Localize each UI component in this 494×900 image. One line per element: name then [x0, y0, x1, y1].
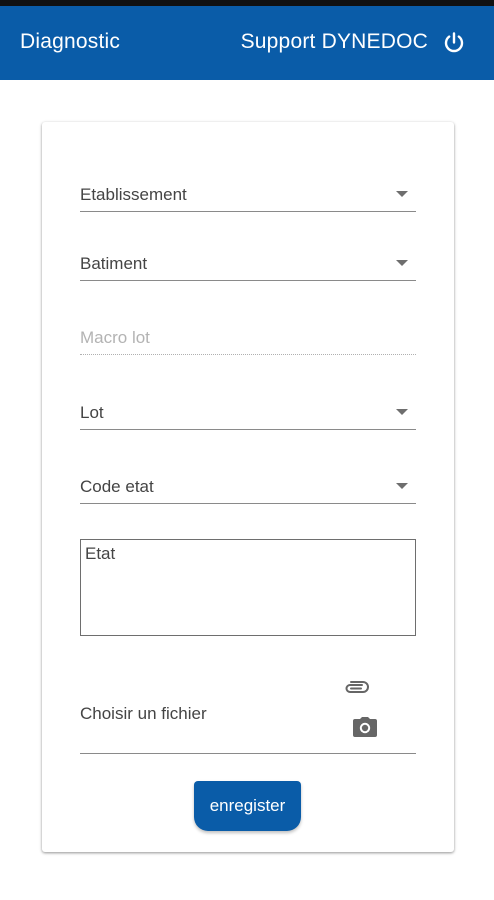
file-picker-label: Choisir un fichier — [80, 704, 207, 723]
etablissement-label: Etablissement — [80, 185, 187, 204]
lot-label: Lot — [80, 403, 104, 422]
app-header: Diagnostic Support DYNEDOC — [0, 6, 494, 80]
save-button[interactable]: enregister — [194, 781, 301, 831]
batiment-select[interactable]: Batiment — [80, 237, 416, 281]
macro-lot-field: Macro lot — [80, 311, 416, 355]
lot-select[interactable]: Lot — [80, 386, 416, 430]
power-icon[interactable] — [442, 31, 466, 55]
batiment-label: Batiment — [80, 254, 148, 273]
file-picker-field: Choisir un fichier — [80, 672, 416, 754]
etat-placeholder: Etat — [85, 544, 116, 563]
macro-lot-placeholder: Macro lot — [80, 328, 150, 347]
page-title: Diagnostic — [20, 30, 121, 53]
etat-textarea[interactable]: Etat — [80, 539, 416, 636]
dropdown-arrow-icon — [396, 260, 408, 266]
code-etat-label: Code etat — [80, 477, 154, 496]
dropdown-arrow-icon — [396, 409, 408, 415]
support-link[interactable]: Support DYNEDOC — [241, 30, 428, 54]
dropdown-arrow-icon — [396, 191, 408, 197]
etablissement-select[interactable]: Etablissement — [80, 168, 416, 212]
camera-icon[interactable] — [352, 716, 378, 738]
diagnostic-form-card: Etablissement Batiment Macro lot Lot Cod… — [42, 122, 454, 852]
code-etat-select[interactable]: Code etat — [80, 460, 416, 504]
dropdown-arrow-icon — [396, 483, 408, 489]
paperclip-icon[interactable] — [342, 678, 370, 698]
